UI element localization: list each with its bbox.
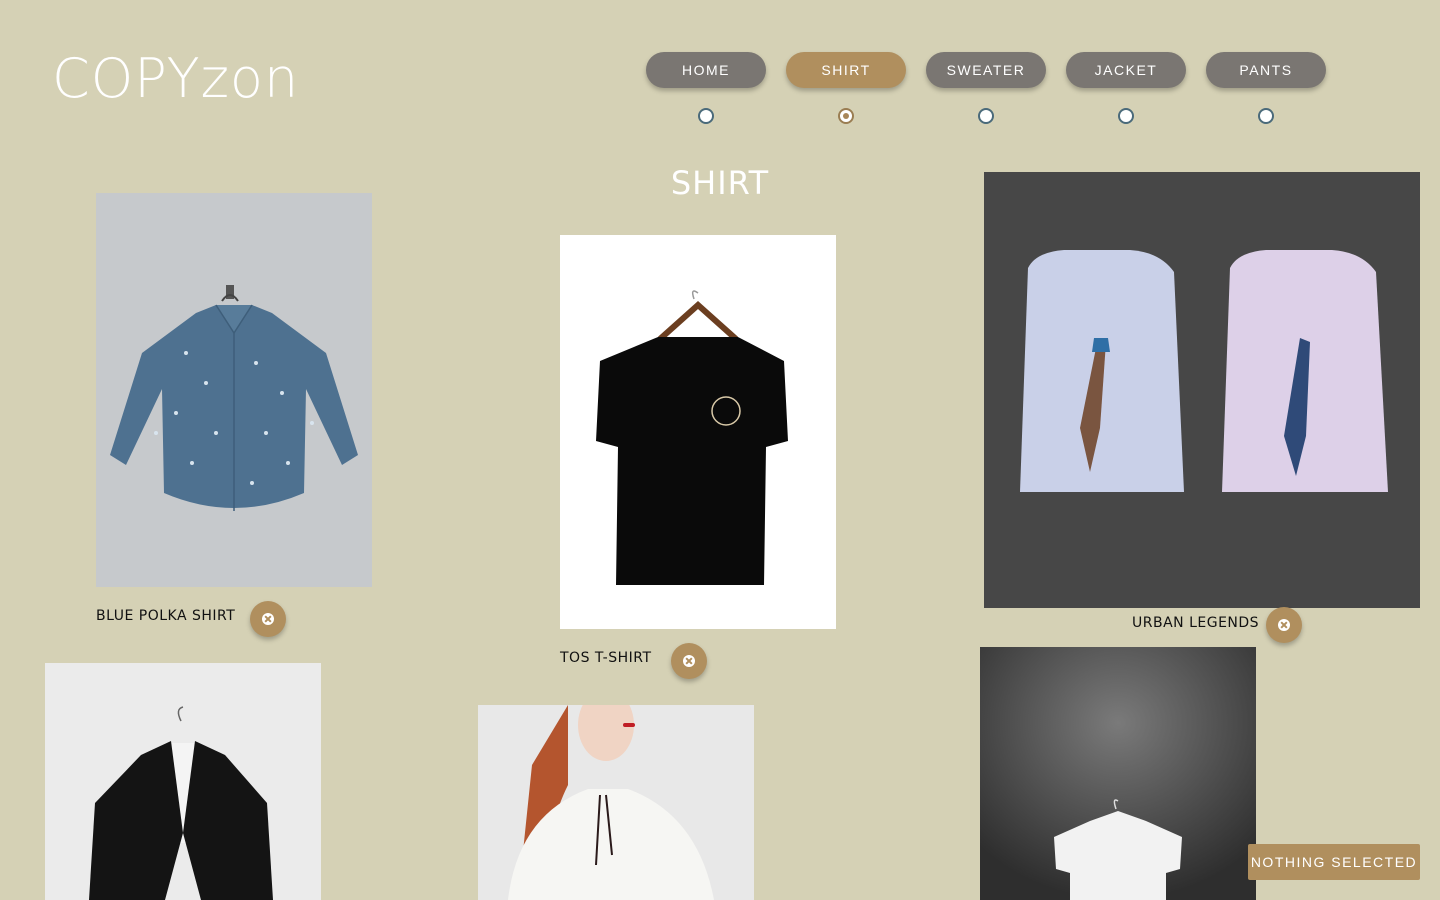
close-circle-icon xyxy=(1278,619,1290,631)
product-image-tos-t-shirt[interactable] xyxy=(560,235,836,629)
product-name: URBAN LEGENDS xyxy=(1132,615,1260,631)
nav-home-button[interactable]: HOME xyxy=(646,52,766,88)
product-image-white-blouse[interactable] xyxy=(478,705,754,900)
close-circle-icon xyxy=(683,655,695,667)
nav-jacket-radio[interactable] xyxy=(1118,108,1134,124)
nav-pants-radio[interactable] xyxy=(1258,108,1274,124)
product-image-blue-polka-shirt[interactable] xyxy=(96,193,372,587)
product-image-white-tee[interactable] xyxy=(980,647,1256,900)
remove-button[interactable] xyxy=(671,643,707,679)
nav-shirt-button[interactable]: SHIRT xyxy=(786,52,906,88)
remove-button[interactable] xyxy=(250,601,286,637)
nav-jacket-button[interactable]: JACKET xyxy=(1066,52,1186,88)
product-name: BLUE POLKA SHIRT xyxy=(96,608,236,624)
product-image-suit[interactable] xyxy=(45,663,321,900)
nav-sweater-button[interactable]: SWEATER xyxy=(926,52,1046,88)
nav-shirt-radio[interactable] xyxy=(838,108,854,124)
page-title: SHIRT xyxy=(670,164,770,202)
close-circle-icon xyxy=(262,613,274,625)
product-image-urban-legends[interactable] xyxy=(984,172,1420,608)
nav-sweater-radio[interactable] xyxy=(978,108,994,124)
remove-button[interactable] xyxy=(1266,607,1302,643)
nav-home-radio[interactable] xyxy=(698,108,714,124)
selection-status-badge: NOTHING SELECTED xyxy=(1248,844,1420,880)
nav-pants-button[interactable]: PANTS xyxy=(1206,52,1326,88)
product-name: TOS T-SHIRT xyxy=(560,650,652,666)
logo[interactable]: COPYzon xyxy=(52,52,299,106)
